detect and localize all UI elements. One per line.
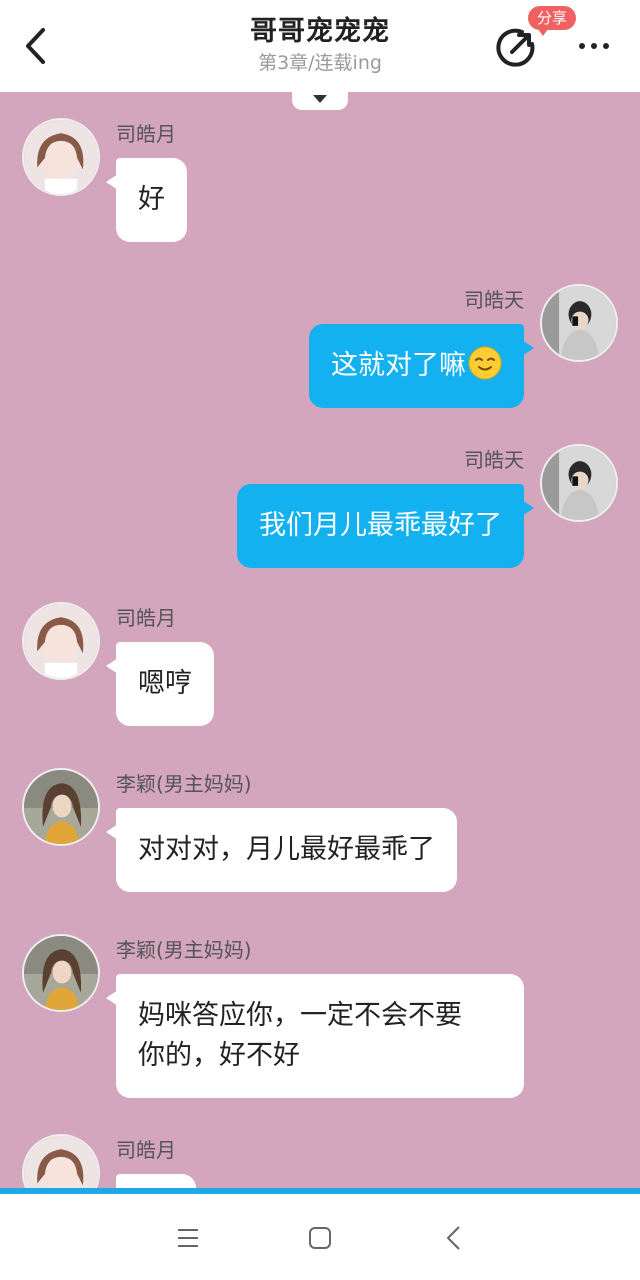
avatar-mother[interactable] bbox=[22, 768, 100, 846]
avatar-girl[interactable] bbox=[22, 602, 100, 680]
back-triangle-icon bbox=[447, 1226, 460, 1250]
back-button[interactable] bbox=[14, 18, 58, 74]
menu-icon bbox=[178, 1229, 198, 1247]
sender-name: 李颖(男主妈妈) bbox=[116, 772, 252, 796]
page-title: 哥哥宠宠宠 bbox=[250, 16, 390, 47]
avatar-boy[interactable] bbox=[540, 284, 618, 362]
share-icon bbox=[496, 28, 535, 67]
share-button[interactable] bbox=[492, 24, 540, 72]
sender-name: 司皓天 bbox=[464, 288, 524, 312]
avatar-mother[interactable] bbox=[22, 934, 100, 1012]
message-bubble[interactable]: 对对对，月儿最好最乖了 bbox=[106, 808, 457, 892]
avatar-boy[interactable] bbox=[540, 444, 618, 522]
system-nav-bar bbox=[0, 1194, 640, 1280]
message-bubble[interactable]: 嗯哼 bbox=[106, 642, 214, 726]
message-bubble[interactable]: 好 bbox=[106, 158, 187, 242]
avatar-girl[interactable] bbox=[22, 1134, 100, 1188]
more-button[interactable] bbox=[572, 30, 616, 62]
message-bubble[interactable]: 我们月儿最乖最好了 bbox=[237, 484, 534, 568]
home-square-icon bbox=[309, 1227, 331, 1249]
chapter-subtitle: 第3章/连载ing bbox=[258, 52, 382, 74]
relieved-face-emoji bbox=[468, 346, 502, 380]
recent-apps-button[interactable] bbox=[166, 1216, 210, 1260]
message-bubble[interactable]: 这就对了嘛 bbox=[309, 324, 534, 408]
sender-name: 司皓月 bbox=[116, 606, 176, 630]
system-back-button[interactable] bbox=[432, 1216, 476, 1260]
sender-name: 司皓月 bbox=[116, 122, 176, 146]
sender-name: 司皓天 bbox=[464, 448, 524, 472]
home-button[interactable] bbox=[298, 1216, 342, 1260]
more-dot bbox=[591, 43, 597, 49]
top-bar: 哥哥宠宠宠 第3章/连载ing 分享 bbox=[0, 0, 640, 92]
sender-name: 李颖(男主妈妈) bbox=[116, 938, 252, 962]
message-bubble[interactable]: 妈咪答应你，一定不会不要 你的，好不好 bbox=[106, 974, 524, 1098]
chat-area[interactable]: 司皓月 好 司皓天 这就对了嘛 司皓天 我们月儿最乖最好了 司皓月 嗯哼 李颖(… bbox=[0, 92, 640, 1188]
more-dot bbox=[579, 43, 585, 49]
chevron-left-icon bbox=[26, 28, 45, 64]
message-text: 这就对了嘛 bbox=[331, 350, 466, 381]
more-dot bbox=[603, 43, 609, 49]
avatar-girl[interactable] bbox=[22, 118, 100, 196]
share-badge[interactable]: 分享 bbox=[528, 6, 576, 36]
title-block: 哥哥宠宠宠 第3章/连载ing bbox=[170, 14, 470, 76]
message-bubble[interactable] bbox=[116, 1174, 196, 1188]
sender-name: 司皓月 bbox=[116, 1138, 176, 1162]
